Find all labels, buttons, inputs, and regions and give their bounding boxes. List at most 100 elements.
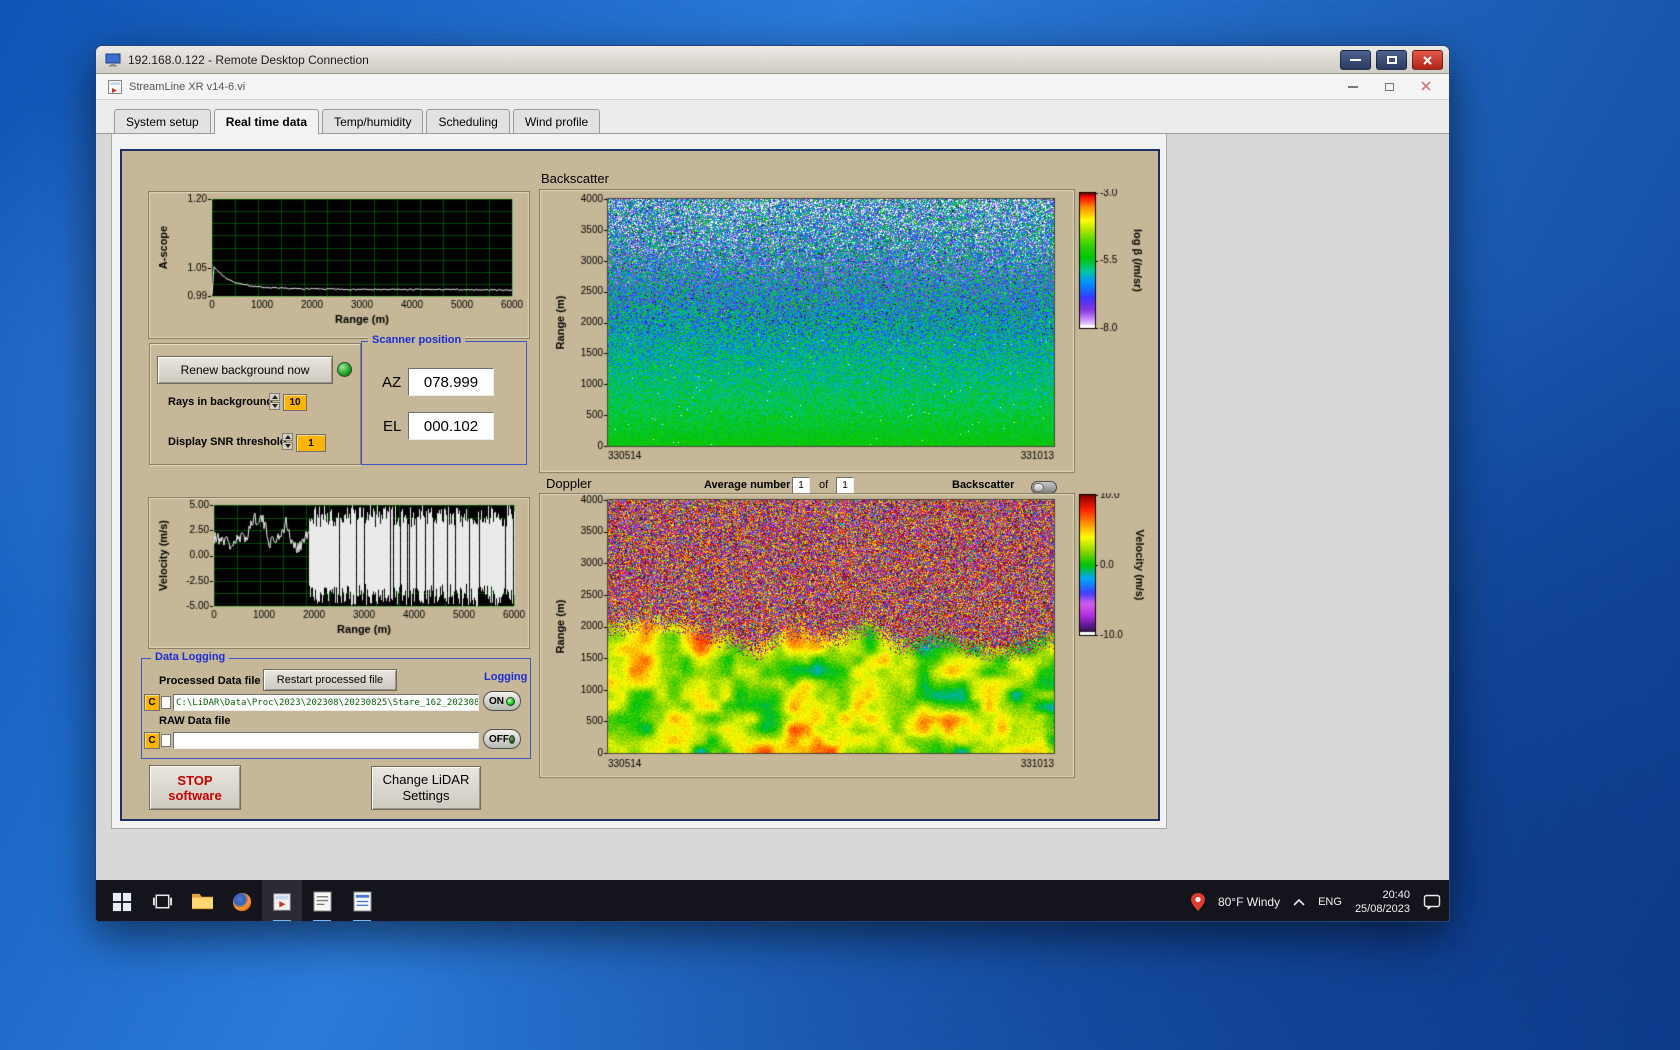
average-total-field[interactable]: 1: [836, 477, 854, 494]
doppler-heatmap-canvas: [539, 493, 1154, 788]
el-value: 000.102: [408, 412, 494, 440]
background-controls-frame: Renew background now Rays in background …: [149, 343, 361, 465]
remote-desktop-screen: StreamLine XR v14-6.vi System setup Real…: [96, 74, 1449, 921]
app-minimize-button[interactable]: [1348, 86, 1358, 88]
backscatter-heatmap-canvas: [539, 189, 1154, 484]
weather-alert-pin-icon[interactable]: [1190, 892, 1205, 911]
stop-software-button[interactable]: STOP software: [149, 765, 241, 810]
task-view-button[interactable]: [142, 880, 182, 921]
average-number-field[interactable]: 1: [792, 477, 810, 494]
language-indicator[interactable]: ENG: [1318, 896, 1342, 908]
rdp-maximize-button[interactable]: [1376, 50, 1407, 70]
az-value: 078.999: [408, 368, 494, 396]
firefox-button[interactable]: [222, 880, 262, 921]
raw-logging-off-toggle[interactable]: OFF: [483, 729, 521, 749]
renew-background-label: Renew background now: [180, 363, 310, 377]
rdp-titlebar[interactable]: 192.168.0.122 - Remote Desktop Connectio…: [96, 46, 1449, 74]
scanner-position-title: Scanner position: [368, 334, 466, 346]
app-window-title: StreamLine XR v14-6.vi: [129, 80, 246, 93]
rdp-window-title: 192.168.0.122 - Remote Desktop Connectio…: [128, 52, 369, 67]
task-view-icon: [152, 894, 172, 909]
main-panel: Renew background now Rays in background …: [120, 149, 1160, 821]
start-button[interactable]: [102, 880, 142, 921]
chevron-up-icon[interactable]: [1293, 898, 1305, 906]
taskbar-clock[interactable]: 20:40 25/08/2023: [1355, 888, 1410, 916]
toggle-knob: [1033, 483, 1044, 492]
app-titlebar[interactable]: StreamLine XR v14-6.vi: [96, 74, 1449, 100]
renew-background-button[interactable]: Renew background now: [157, 356, 333, 384]
off-led-icon: [509, 734, 515, 744]
rays-in-background-label: Rays in background: [168, 396, 274, 408]
restore-icon: [1385, 83, 1394, 91]
tab-temp-humidity[interactable]: Temp/humidity: [322, 109, 424, 133]
ascope-chart-canvas: [148, 191, 530, 339]
processed-path-field[interactable]: C:\LiDAR\Data\Proc\2023\202308\20230825\…: [173, 694, 479, 711]
streamline-app-button[interactable]: [262, 880, 302, 921]
off-label: OFF: [489, 733, 509, 745]
backscatter-title: Backscatter: [541, 171, 609, 186]
tab-system-setup[interactable]: System setup: [114, 109, 211, 133]
labview-vi-icon: [108, 79, 122, 94]
processed-path-drive-indicator[interactable]: C: [144, 694, 160, 711]
front-panel: Renew background now Rays in background …: [96, 134, 1449, 880]
running-indicator: [273, 920, 291, 921]
taskbar-apps: [96, 880, 382, 921]
decrement-icon[interactable]: [269, 402, 280, 410]
file-page-icon: [161, 696, 171, 709]
on-label: ON: [489, 695, 504, 707]
rdp-minimize-button[interactable]: [1340, 50, 1371, 70]
raw-data-file-label: RAW Data file: [159, 715, 231, 727]
weather-status[interactable]: 80°F Windy: [1218, 895, 1280, 909]
tab-scheduling[interactable]: Scheduling: [426, 109, 510, 133]
raw-path-drive-indicator[interactable]: C: [144, 732, 160, 749]
taskbar-tray: 80°F Windy ENG 20:40 25/08/2023: [1190, 880, 1441, 921]
change-settings-line2: Settings: [402, 788, 450, 803]
renew-status-led-icon: [337, 362, 352, 377]
decrement-icon[interactable]: [282, 442, 293, 450]
tab-wind-profile[interactable]: Wind profile: [512, 109, 601, 133]
increment-icon[interactable]: [282, 433, 293, 441]
average-number-label: Average number: [704, 479, 791, 491]
clock-time: 20:40: [1382, 888, 1410, 901]
document-app-button[interactable]: [342, 880, 382, 921]
clock-date: 25/08/2023: [1354, 902, 1410, 915]
velocity-chart-canvas: [148, 497, 530, 649]
rays-value-field[interactable]: 10: [283, 394, 307, 411]
labview-app-icon: [273, 892, 291, 911]
backscatter-toggle-label: Backscatter: [952, 479, 1015, 491]
remote-desktop-icon: [105, 53, 121, 66]
snr-threshold-label: Display SNR threshold: [168, 436, 287, 448]
logging-label: Logging: [484, 671, 528, 683]
rays-spinner[interactable]: [269, 393, 280, 410]
stop-label-line2: software: [168, 787, 222, 803]
of-label: of: [819, 479, 829, 491]
rdp-window: 192.168.0.122 - Remote Desktop Connectio…: [95, 45, 1450, 922]
minimize-icon: [1348, 86, 1358, 88]
file-explorer-button[interactable]: [182, 880, 222, 921]
minimize-icon: [1350, 59, 1361, 61]
rdp-close-button[interactable]: [1412, 50, 1443, 70]
increment-icon[interactable]: [269, 393, 280, 401]
change-lidar-settings-button[interactable]: Change LiDAR Settings: [371, 766, 481, 810]
tab-real-time-data[interactable]: Real time data: [213, 109, 320, 134]
app-restore-button[interactable]: [1385, 83, 1394, 91]
stop-label-line1: STOP: [177, 772, 213, 788]
raw-path-field[interactable]: [173, 732, 479, 749]
snr-spinner[interactable]: [282, 433, 293, 450]
tab-page-real-time-data: Renew background now Rays in background …: [111, 134, 1167, 829]
scan-scheduler-button[interactable]: [302, 880, 342, 921]
firefox-icon: [232, 892, 252, 911]
doppler-title: Doppler: [546, 476, 592, 491]
snr-value-field[interactable]: 1: [296, 434, 326, 452]
restart-processed-file-button[interactable]: Restart processed file: [263, 669, 397, 691]
rdp-window-controls: [1340, 50, 1443, 70]
app-close-button[interactable]: [1421, 78, 1431, 96]
maximize-icon: [1386, 56, 1397, 64]
processed-logging-on-toggle[interactable]: ON: [483, 691, 521, 711]
document-icon: [352, 891, 372, 912]
action-center-icon[interactable]: [1423, 893, 1441, 911]
close-icon: [1423, 55, 1432, 65]
desktop-background: 192.168.0.122 - Remote Desktop Connectio…: [0, 0, 1680, 1050]
running-indicator: [313, 920, 331, 921]
scan-schedule-icon: [312, 891, 332, 912]
